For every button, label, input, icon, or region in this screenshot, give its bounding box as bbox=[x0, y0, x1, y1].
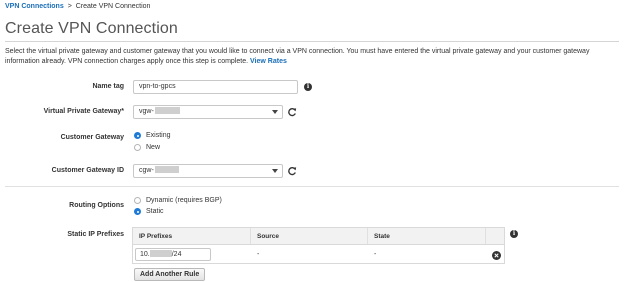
column-header-state: State bbox=[368, 228, 486, 244]
ip-prefix-start: 10. bbox=[140, 250, 150, 258]
customer-gateway-existing-radio[interactable]: Existing bbox=[134, 132, 171, 139]
customer-gateway-id-label: Customer Gateway ID bbox=[51, 167, 124, 174]
vpg-select[interactable]: vgw- bbox=[133, 105, 283, 119]
column-header-actions bbox=[486, 228, 504, 244]
page-title: Create VPN Connection bbox=[5, 20, 178, 37]
radio-label: Existing bbox=[146, 132, 171, 139]
source-cell: - bbox=[257, 250, 260, 258]
radio-label: New bbox=[146, 144, 161, 151]
customer-gateway-id-value: cgw- bbox=[139, 167, 154, 174]
customer-gateway-label: Customer Gateway bbox=[60, 134, 124, 141]
redacted-mask bbox=[149, 249, 172, 257]
customer-gateway-id-select[interactable]: cgw- bbox=[133, 164, 283, 178]
name-tag-input[interactable]: vpn-to-gpcs bbox=[133, 80, 298, 94]
static-ip-info-icon[interactable]: i bbox=[510, 230, 518, 238]
chevron-down-icon bbox=[272, 110, 278, 114]
routing-static-radio[interactable]: Static bbox=[134, 208, 164, 215]
redacted-mask bbox=[154, 166, 179, 173]
redacted-mask bbox=[154, 107, 180, 114]
chevron-down-icon bbox=[272, 169, 278, 173]
name-tag-label: Name tag bbox=[92, 83, 124, 90]
table-row: 10. /24 - - bbox=[133, 245, 504, 263]
customer-gateway-new-radio[interactable]: New bbox=[134, 144, 160, 151]
static-ip-prefixes-label: Static IP Prefixes bbox=[67, 231, 124, 238]
ip-prefix-cell: 10. /24 bbox=[133, 247, 251, 261]
table-header: IP Prefixes Source State bbox=[133, 228, 504, 245]
breadcrumb: VPN Connections > Create VPN Connection bbox=[5, 3, 150, 10]
vpg-value: vgw- bbox=[139, 108, 154, 115]
static-ip-table: IP Prefixes Source State 10. /24 - - bbox=[132, 227, 505, 264]
radio-checked-icon bbox=[134, 208, 141, 215]
customer-gateway-refresh-icon[interactable] bbox=[287, 166, 297, 176]
ip-prefix-end: /24 bbox=[171, 250, 182, 258]
remove-rule-icon[interactable] bbox=[492, 251, 501, 260]
name-tag-info-icon[interactable]: i bbox=[304, 83, 312, 91]
vpg-label: Virtual Private Gateway* bbox=[43, 108, 124, 115]
breadcrumb-current: Create VPN Connection bbox=[75, 3, 151, 10]
section-divider bbox=[5, 186, 619, 187]
radio-unchecked-icon bbox=[134, 197, 141, 204]
column-header-ip-prefixes: IP Prefixes bbox=[133, 228, 251, 244]
radio-checked-icon bbox=[134, 132, 141, 139]
routing-dynamic-radio[interactable]: Dynamic (requires BGP) bbox=[134, 197, 222, 204]
title-divider bbox=[5, 41, 619, 42]
add-another-rule-button[interactable]: Add Another Rule bbox=[134, 268, 206, 281]
breadcrumb-vpn-connections-link[interactable]: VPN Connections bbox=[5, 3, 64, 10]
column-header-source: Source bbox=[251, 228, 368, 244]
radio-unchecked-icon bbox=[134, 144, 141, 151]
radio-label: Dynamic (requires BGP) bbox=[146, 197, 222, 204]
view-rates-link[interactable]: View Rates bbox=[250, 58, 287, 65]
intro-text: Select the virtual private gateway and c… bbox=[5, 47, 619, 67]
radio-label: Static bbox=[146, 208, 164, 215]
state-cell: - bbox=[374, 250, 377, 258]
routing-options-label: Routing Options bbox=[69, 202, 124, 209]
intro-description: Select the virtual private gateway and c… bbox=[5, 48, 590, 65]
vpg-refresh-icon[interactable] bbox=[287, 107, 297, 117]
breadcrumb-separator: > bbox=[67, 3, 72, 10]
ip-prefix-input[interactable]: 10. /24 bbox=[135, 247, 211, 261]
